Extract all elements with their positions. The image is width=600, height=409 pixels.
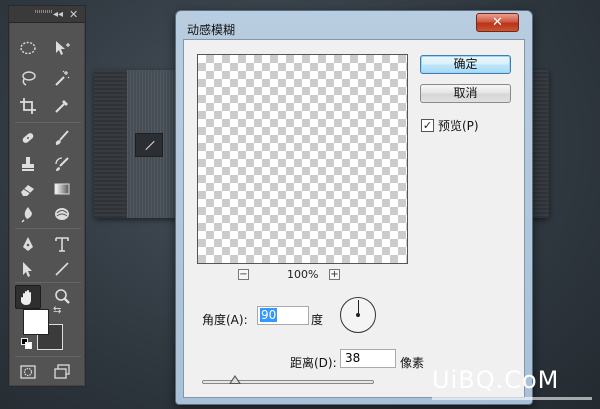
clone-stamp-tool-icon[interactable]	[15, 152, 41, 176]
crop-tool-icon[interactable]	[15, 94, 41, 118]
default-colors-icon[interactable]	[21, 338, 32, 349]
path-selection-tool-icon[interactable]	[15, 257, 41, 281]
screen-mode-tool-icon[interactable]	[49, 360, 75, 384]
tool-separator	[15, 228, 81, 229]
blur-tool-icon[interactable]	[15, 202, 41, 226]
dodge-tool-icon[interactable]	[49, 202, 75, 226]
dialog-body: − 100% + 确定 取消 ✓ 预览(P) 角度(A): 90 度 距离(D)…	[183, 39, 525, 398]
watermark: UiBQ.CoM	[432, 366, 560, 394]
distance-unit: 像素	[400, 356, 425, 370]
tools-panel-header[interactable]: ◂◂ ✕	[9, 6, 85, 23]
type-tool-icon[interactable]	[49, 232, 75, 256]
dialog-title: 动感模糊	[187, 23, 236, 37]
angle-dial[interactable]	[340, 297, 376, 333]
angle-label: 角度(A):	[202, 313, 248, 327]
foreground-color-swatch[interactable]	[23, 309, 49, 335]
preview-label: 预览(P)	[438, 119, 479, 133]
zoom-level: 100%	[287, 268, 319, 281]
tools-panel: ◂◂ ✕ ⇆	[8, 5, 86, 387]
history-brush-tool-icon[interactable]	[49, 152, 75, 176]
preview-checkbox[interactable]: ✓ 预览(P)	[421, 117, 479, 134]
distance-slider-thumb[interactable]	[228, 375, 241, 384]
angle-value: 90	[260, 308, 278, 322]
zoom-in-button[interactable]: +	[329, 269, 340, 280]
angle-input[interactable]: 90	[257, 306, 309, 325]
distance-label: 距离(D):	[290, 356, 337, 370]
lasso-tool-icon[interactable]	[15, 66, 41, 90]
filter-preview[interactable]	[197, 54, 408, 264]
ok-button[interactable]: 确定	[420, 55, 511, 74]
eraser-tool-icon[interactable]	[15, 177, 41, 201]
magic-wand-tool-icon[interactable]	[49, 66, 75, 90]
cancel-button[interactable]: 取消	[420, 84, 511, 103]
close-icon[interactable]: ✕	[69, 6, 78, 23]
hand-tool-icon[interactable]	[15, 285, 41, 309]
motion-blur-dialog: 动感模糊 ✕ − 100% + 确定 取消 ✓ 预览(P) 角度(A): 90 …	[175, 10, 533, 405]
move-tool-icon[interactable]	[49, 36, 75, 60]
line-tool-icon[interactable]	[49, 257, 75, 281]
tool-separator	[15, 356, 81, 357]
canvas-toggle-icon	[135, 133, 163, 157]
angle-unit: 度	[311, 313, 324, 327]
swap-colors-icon[interactable]: ⇆	[53, 305, 61, 316]
eyedropper-tool-icon[interactable]	[49, 94, 75, 118]
distance-input[interactable]: 38	[340, 349, 396, 368]
watermark-underline	[432, 397, 592, 400]
healing-brush-tool-icon[interactable]	[15, 126, 41, 150]
close-button[interactable]: ✕	[476, 13, 519, 32]
canvas-texture	[94, 70, 127, 218]
gradient-tool-icon[interactable]	[49, 177, 75, 201]
brush-tool-icon[interactable]	[49, 126, 75, 150]
quick-mask-tool-icon[interactable]	[15, 360, 41, 384]
zoom-out-button[interactable]: −	[238, 269, 249, 280]
checkbox-box[interactable]: ✓	[421, 119, 434, 132]
tool-separator	[15, 282, 81, 283]
marquee-tool-icon[interactable]	[15, 36, 41, 60]
collapse-icon[interactable]: ◂◂	[53, 6, 63, 23]
grip-icon[interactable]	[35, 10, 53, 13]
pen-tool-icon[interactable]	[15, 232, 41, 256]
tool-separator	[15, 122, 81, 123]
